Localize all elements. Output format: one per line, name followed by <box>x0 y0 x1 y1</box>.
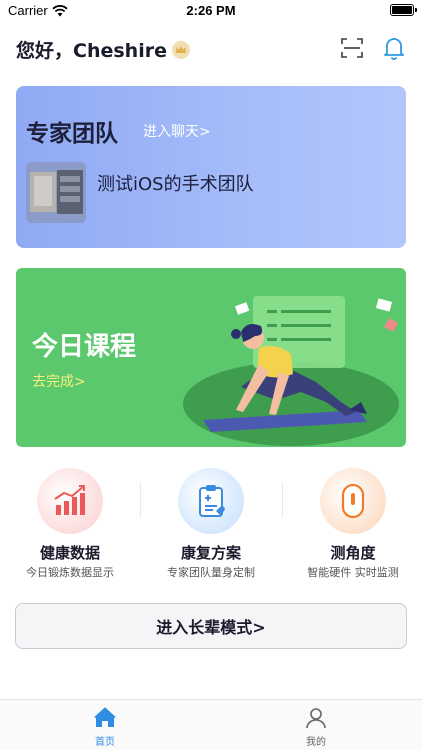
crown-icon <box>171 40 190 59</box>
tab-mine[interactable]: 我的 <box>286 706 346 748</box>
enter-chat-link[interactable]: 进入聊天> <box>143 121 211 141</box>
measure-angle-icon-bg <box>320 468 386 534</box>
status-time: 2:26 PM <box>186 3 236 18</box>
tab-home-label: 首页 <box>95 737 115 748</box>
feature-health-data-subtitle: 今日锻炼数据显示 <box>26 566 114 579</box>
clipboard-icon <box>199 485 225 517</box>
expert-team-title: 专家团队 <box>26 121 118 147</box>
health-data-icon-bg <box>37 468 103 534</box>
feature-measure-angle-title: 测角度 <box>330 544 376 562</box>
tab-home[interactable]: 首页 <box>75 706 135 748</box>
bell-icon[interactable] <box>381 35 407 61</box>
tab-bar: 首页 我的 <box>0 699 422 750</box>
battery-icon <box>390 4 417 16</box>
team-name: 测试iOS的手术团队 <box>97 174 254 195</box>
tab-mine-label: 我的 <box>306 737 326 748</box>
greeting-text: 您好，Cheshire <box>16 40 167 62</box>
home-icon <box>94 707 116 727</box>
feature-rehab-plan-subtitle: 专家团队量身定制 <box>167 566 255 579</box>
feature-grid: 健康数据 今日锻炼数据显示 康复方案 专家团队量身定制 测角度 智能硬件 实时监… <box>0 466 422 581</box>
rehab-plan-icon-bg <box>178 468 244 534</box>
elder-mode-button[interactable]: 进入长辈模式> <box>15 603 407 649</box>
team-avatar-image <box>26 162 86 223</box>
today-course-card[interactable]: 今日课程 去完成> <box>16 268 406 447</box>
greeting: 您好，Cheshire <box>16 36 191 63</box>
person-icon <box>306 708 326 729</box>
feature-health-data-title: 健康数据 <box>39 544 100 562</box>
feature-rehab-plan-title: 康复方案 <box>180 544 241 562</box>
feature-measure-angle-subtitle: 智能硬件 实时监测 <box>307 566 399 579</box>
course-title: 今日课程 <box>32 332 137 362</box>
exercise-illustration <box>183 296 399 446</box>
team-list-item[interactable]: 测试iOS的手术团队 <box>26 162 396 224</box>
feature-health-data[interactable]: 健康数据 今日锻炼数据显示 <box>0 466 140 581</box>
status-bar: Carrier 2:26 PM <box>0 0 422 24</box>
feature-rehab-plan[interactable]: 康复方案 专家团队量身定制 <box>141 466 281 581</box>
chart-icon <box>54 485 85 515</box>
scan-icon[interactable] <box>340 36 364 60</box>
device-icon <box>341 483 365 519</box>
feature-measure-angle[interactable]: 测角度 智能硬件 实时监测 <box>283 466 422 581</box>
go-complete-link[interactable]: 去完成> <box>32 371 86 391</box>
expert-team-card[interactable]: 专家团队 进入聊天> 测试iOS的手术团队 <box>16 86 406 248</box>
